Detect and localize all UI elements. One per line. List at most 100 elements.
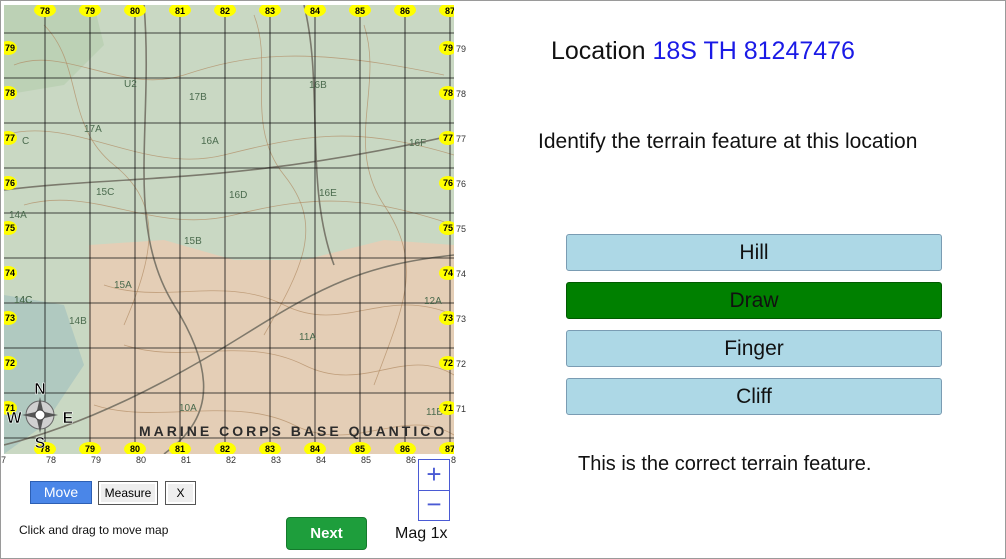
area-label: 14A	[9, 210, 27, 221]
location-grid-value: 18S TH 81247476	[652, 37, 855, 65]
grid-label-right: 74	[443, 268, 453, 278]
grid-label-top: 86	[400, 6, 410, 16]
answer-cliff-button[interactable]: Cliff	[566, 378, 942, 415]
right-scale-tick: 79	[456, 44, 467, 54]
grid-label-bottom: 85	[355, 444, 365, 454]
bottom-scale-tick: 85	[361, 455, 372, 465]
grid-label-top: 79	[85, 6, 95, 16]
location-label: Location	[551, 37, 646, 65]
zoom-in-button[interactable]: +	[419, 460, 449, 491]
bottom-scale-tick: 82	[226, 455, 237, 465]
map-hint-text: Click and drag to move map	[19, 523, 169, 537]
area-label: 16E	[319, 188, 337, 199]
area-label: 10A	[179, 403, 197, 414]
right-scale: 79 78 77 76 75 74 73 72 71	[456, 1, 474, 461]
right-scale-tick: 73	[456, 314, 467, 324]
grid-label-top: 87	[445, 6, 454, 16]
grid-label-left: 79	[5, 43, 15, 53]
grid-label-bottom: 81	[175, 444, 185, 454]
area-label: 17B	[189, 92, 207, 103]
area-label: 15C	[96, 187, 114, 198]
magnification-readout: Mag 1x	[395, 525, 448, 542]
grid-label-left: 74	[5, 268, 15, 278]
feedback-text: This is the correct terrain feature.	[578, 453, 872, 475]
grid-label-bottom: 80	[130, 444, 140, 454]
bottom-scale-tick: 78	[46, 455, 57, 465]
grid-label-right: 75	[443, 223, 453, 233]
grid-label-bottom: 79	[85, 444, 95, 454]
grid-label-top: 85	[355, 6, 365, 16]
bottom-scale-tick: 81	[181, 455, 192, 465]
compass-n-label: N	[34, 381, 46, 398]
grid-label-left: 77	[5, 133, 15, 143]
close-tool-button[interactable]: X	[165, 481, 196, 505]
grid-label-top: 81	[175, 6, 185, 16]
grid-label-top: 80	[130, 6, 140, 16]
compass-e-label: E	[63, 410, 74, 427]
next-button[interactable]: Next	[286, 517, 367, 550]
grid-label-right: 71	[443, 403, 453, 413]
right-scale-tick: 75	[456, 224, 467, 234]
grid-label-top: 84	[310, 6, 320, 16]
area-label: U2	[124, 79, 137, 90]
right-scale-tick: 71	[456, 404, 467, 414]
area-label: 16D	[229, 190, 247, 201]
measure-button[interactable]: Measure	[98, 481, 158, 505]
compass-center	[34, 409, 46, 421]
bottom-scale-tick: 79	[91, 455, 102, 465]
compass-s-label: S	[35, 435, 46, 452]
terrain-tan	[89, 240, 454, 454]
grid-label-top: 78	[40, 6, 50, 16]
grid-label-left: 72	[5, 358, 15, 368]
grid-label-left: 75	[5, 223, 15, 233]
grid-label-right: 73	[443, 313, 453, 323]
grid-label-left: 73	[5, 313, 15, 323]
area-label: 15A	[114, 280, 132, 291]
area-label: 16F	[409, 138, 426, 149]
area-label: 15B	[184, 236, 202, 247]
grid-label-bottom: 87	[445, 444, 454, 454]
grid-label-bottom: 84	[310, 444, 320, 454]
grid-label-bottom: 82	[220, 444, 230, 454]
bottom-scale: 7 78 79 80 81 82 83 84 85 86 8	[1, 455, 461, 467]
compass-w-label: W	[6, 410, 22, 427]
app-frame: 17B 16B 17A 16A 16F 15C 16D 16E 14A 15B 15A 14C 12A 1…	[0, 0, 1006, 559]
grid-label-right: 76	[443, 178, 453, 188]
location-heading: Location 18S TH 81247476	[551, 37, 855, 66]
topographic-map[interactable]: 17B 16B 17A 16A 16F 15C 16D 16E 14A 15B 15A 14C 12A 1…	[4, 5, 454, 454]
area-label: 16A	[201, 136, 219, 147]
area-label: 17A	[84, 124, 102, 135]
answer-finger-button[interactable]: Finger	[566, 330, 942, 367]
zoom-out-button[interactable]: −	[419, 490, 449, 520]
grid-label-top: 82	[220, 6, 230, 16]
right-scale-tick: 77	[456, 134, 467, 144]
bottom-scale-tick: 86	[406, 455, 417, 465]
question-text: Identify the terrain feature at this loc…	[538, 130, 918, 153]
right-scale-tick: 78	[456, 89, 467, 99]
grid-label-top: 83	[265, 6, 275, 16]
grid-label-right: 72	[443, 358, 453, 368]
bottom-scale-tick: 80	[136, 455, 147, 465]
map-canvas[interactable]: 17B 16B 17A 16A 16F 15C 16D 16E 14A 15B 15A 14C 12A 1…	[4, 5, 454, 454]
answer-draw-button[interactable]: Draw	[566, 282, 942, 319]
area-label: 14C	[14, 295, 32, 306]
area-label: 12A	[424, 296, 442, 307]
area-label: 16B	[309, 80, 327, 91]
grid-label-right: 79	[443, 43, 453, 53]
grid-label-right: 78	[443, 88, 453, 98]
answer-hill-button[interactable]: Hill	[566, 234, 942, 271]
right-scale-tick: 74	[456, 269, 467, 279]
grid-label-right: 77	[443, 133, 453, 143]
move-button[interactable]: Move	[30, 481, 92, 504]
right-scale-tick: 76	[456, 179, 467, 189]
area-label: C	[22, 136, 29, 147]
grid-label-bottom: 86	[400, 444, 410, 454]
bottom-scale-tick: 83	[271, 455, 282, 465]
bottom-scale-tick: 84	[316, 455, 327, 465]
zoom-control: + −	[418, 459, 450, 521]
grid-label-left: 78	[5, 88, 15, 98]
grid-label-left: 76	[5, 178, 15, 188]
area-label: 14B	[69, 316, 87, 327]
right-scale-tick: 72	[456, 359, 467, 369]
map-base-text: MARINE CORPS BASE QUANTICO	[139, 423, 447, 439]
